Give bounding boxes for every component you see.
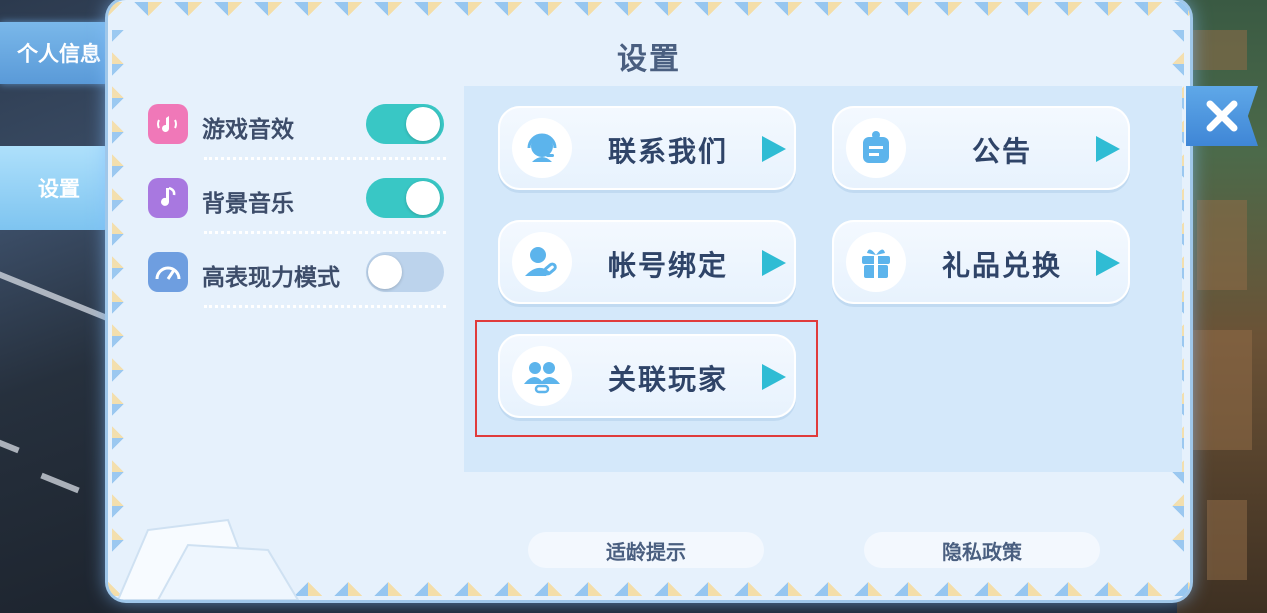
settings-panel: 设置 游戏音效 背景音乐 高表现力模式 联系我们 公告 帐号绑定 礼品兑换 关联… bbox=[108, 0, 1190, 600]
arrow-right-icon bbox=[1096, 136, 1120, 162]
setting-row-background-music: 背景音乐 bbox=[146, 170, 446, 234]
highlight-box bbox=[475, 320, 818, 437]
page-title: 设置 bbox=[617, 42, 681, 77]
settings-list: 游戏音效 背景音乐 高表现力模式 bbox=[136, 86, 456, 506]
close-button[interactable] bbox=[1186, 86, 1258, 146]
notice-icon bbox=[846, 118, 906, 178]
speedometer-icon bbox=[148, 252, 188, 292]
announcement-label: 公告 bbox=[971, 135, 1032, 168]
tab-settings-label: 设置 bbox=[38, 177, 80, 201]
account-link-icon bbox=[512, 232, 572, 292]
privacy-policy-link[interactable]: 隐私政策 bbox=[864, 532, 1100, 568]
high-performance-toggle[interactable] bbox=[366, 252, 444, 292]
decorative-paper-illustration bbox=[116, 518, 300, 600]
tab-settings[interactable]: 设置 bbox=[0, 146, 118, 230]
setting-label-sound-effects: 游戏音效 bbox=[202, 117, 294, 143]
toggle-knob bbox=[368, 255, 402, 289]
music-note-icon bbox=[148, 178, 188, 218]
headset-support-icon bbox=[512, 118, 572, 178]
setting-row-sound-effects: 游戏音效 bbox=[146, 96, 446, 160]
divider bbox=[204, 157, 446, 160]
setting-row-high-performance: 高表现力模式 bbox=[146, 244, 446, 308]
divider bbox=[204, 305, 446, 308]
contact-us-button[interactable]: 联系我们 bbox=[498, 106, 796, 190]
age-notice-link[interactable]: 适龄提示 bbox=[528, 532, 764, 568]
gift-redeem-label: 礼品兑换 bbox=[941, 249, 1062, 282]
contact-us-label: 联系我们 bbox=[607, 135, 728, 168]
sound-icon bbox=[148, 104, 188, 144]
toggle-knob bbox=[406, 107, 440, 141]
decorative-border-left bbox=[112, 30, 126, 560]
tab-profile-label: 个人信息 bbox=[17, 42, 101, 66]
gift-icon bbox=[846, 232, 906, 292]
tab-profile[interactable]: 个人信息 bbox=[0, 22, 118, 84]
account-binding-button[interactable]: 帐号绑定 bbox=[498, 220, 796, 304]
setting-label-high-performance: 高表现力模式 bbox=[202, 265, 340, 291]
setting-label-background-music: 背景音乐 bbox=[202, 191, 294, 217]
divider bbox=[204, 231, 446, 234]
toggle-knob bbox=[406, 181, 440, 215]
decorative-border-top bbox=[108, 2, 1190, 18]
gift-redeem-button[interactable]: 礼品兑换 bbox=[832, 220, 1130, 304]
arrow-right-icon bbox=[762, 250, 786, 276]
arrow-right-icon bbox=[1096, 250, 1120, 276]
close-icon bbox=[1206, 100, 1238, 132]
background-music-toggle[interactable] bbox=[366, 178, 444, 218]
account-binding-label: 帐号绑定 bbox=[607, 249, 728, 282]
sound-effects-toggle[interactable] bbox=[366, 104, 444, 144]
arrow-right-icon bbox=[762, 136, 786, 162]
announcement-button[interactable]: 公告 bbox=[832, 106, 1130, 190]
